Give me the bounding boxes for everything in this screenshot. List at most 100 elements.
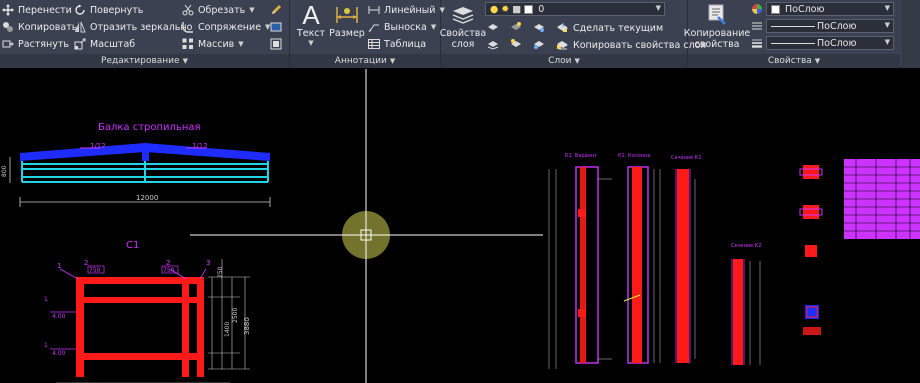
properties-panel-title[interactable]: Свойства ▼ (688, 54, 900, 68)
drawing-svg: Балка стропильная 1/12 1/12 12000 800 С1… (1, 69, 920, 383)
stretch-command[interactable]: Растянуть (2, 36, 69, 52)
pencil-icon (270, 4, 282, 16)
trim-command[interactable]: Обрезать ▼ (182, 2, 255, 18)
trim-icon (182, 4, 194, 16)
dimension-button[interactable]: Размер (329, 2, 365, 39)
frame-dim-4: 2500 (232, 308, 239, 323)
mirror-icon (74, 21, 86, 33)
mirror-command[interactable]: Отразить зеркально (74, 19, 192, 35)
node-detail-1 (803, 165, 819, 179)
copy-icon (2, 21, 14, 33)
node-detail-5 (803, 327, 821, 335)
leader-label: Выноска (384, 21, 427, 33)
lightbulb-icon: ● (490, 3, 499, 15)
layer-on-icon[interactable] (510, 38, 522, 50)
layer-unisolate-icon[interactable] (487, 38, 499, 50)
rotate-command[interactable]: Повернуть (74, 2, 143, 18)
frame-label-left-1: 1 (44, 296, 48, 303)
match-layer-command[interactable]: Копировать свойства слоя (557, 37, 706, 53)
linear-label: Линейный (384, 4, 436, 16)
color-dropdown[interactable]: ПоСлою ▼ (766, 2, 894, 16)
current-layer-name: 0 (538, 3, 545, 15)
frame-right-post (197, 277, 204, 377)
array-icon (182, 38, 194, 50)
frame-dim-2: 3880 (243, 317, 251, 335)
drawing-canvas[interactable]: Балка стропильная 1/12 1/12 12000 800 С1… (0, 69, 920, 383)
text-button-label: Текст (296, 28, 326, 39)
layer-freeze-icon[interactable] (533, 21, 545, 33)
array-command[interactable]: Массив ▼ (182, 36, 244, 52)
column-2-core (632, 167, 642, 363)
lineweight-value: ПоСлою (817, 37, 857, 49)
make-current-command[interactable]: Сделать текущим (557, 20, 663, 36)
layer-dropdown[interactable]: ● ✹ ■ 0 ▼ (485, 2, 665, 16)
make-current-label: Сделать текущим (573, 22, 664, 34)
properties-panel-title-text: Свойства (767, 56, 812, 66)
layer-isolate-icon[interactable] (487, 21, 499, 33)
node-detail-2 (803, 205, 819, 219)
column-2-dims (653, 169, 661, 363)
linetype-dropdown[interactable]: ПоСлою ▼ (766, 19, 894, 33)
frame-title: С1 (126, 240, 139, 251)
chevron-down-icon: ▼ (655, 4, 661, 12)
array-dropdown-icon[interactable]: ▼ (238, 40, 243, 48)
offset-command[interactable] (270, 36, 286, 52)
match-properties-icon (703, 2, 731, 28)
layers-panel: Свойства слоя ● ✹ ■ 0 ▼ Сделать текущим (440, 0, 706, 68)
layer-properties-button[interactable]: Свойства слоя (440, 2, 486, 50)
layer-color-swatch (524, 4, 534, 14)
layer-stack-icon (449, 2, 477, 28)
edit-panel-title-text: Редактирование (101, 56, 180, 66)
edit-panel-title[interactable]: Редактирование ▼ (0, 54, 289, 68)
layers-panel-title-text: Слои (548, 56, 572, 66)
scale-label: Масштаб (90, 38, 136, 50)
match-layer-label: Копировать свойства слоя (573, 39, 707, 51)
properties-panel: Копирование свойства ПоСлою ▼ ПоСлою ▼ П… (684, 0, 900, 68)
linetype-preview (771, 25, 815, 27)
annotation-panel-title[interactable]: Аннотации ▼ (290, 54, 440, 68)
roof-beam-drawing: Балка стропильная 1/12 1/12 12000 800 (1, 122, 271, 207)
frame-label-left-3: 1 (44, 342, 48, 349)
frame-label-left-2: 4.00 (52, 313, 66, 320)
table-icon (368, 38, 380, 50)
annotation-panel: A Текст ▼ Размер Линейный ▼ Выноска ▼ Та… (290, 0, 445, 68)
leader-command[interactable]: Выноска ▼ (368, 19, 436, 35)
beam-left-dim: 1/12 (90, 142, 106, 150)
layer-off-icon[interactable] (510, 21, 522, 33)
dimension-icon (333, 2, 361, 28)
offset-icon (270, 38, 282, 50)
ribbon-right-scroll[interactable] (902, 0, 920, 68)
layers-panel-title[interactable]: Слои ▼ (441, 54, 687, 68)
text-dropdown-icon[interactable]: ▼ (308, 39, 313, 47)
layer-thaw-icon[interactable] (533, 38, 545, 50)
lock-icon: ■ (512, 3, 522, 15)
leader-dropdown-icon[interactable]: ▼ (431, 23, 436, 31)
fillet-command[interactable]: Сопряжение ▼ (182, 19, 270, 35)
table-command[interactable]: Таблица (368, 36, 426, 52)
beam-title: Балка стропильная (98, 122, 201, 133)
copy-command[interactable]: Копировать (2, 19, 77, 35)
explode-command[interactable] (270, 19, 286, 35)
chevron-down-icon: ▼ (884, 4, 890, 12)
erase-command[interactable] (270, 2, 286, 18)
fillet-icon (182, 21, 194, 33)
color-value: ПоСлою (785, 3, 825, 15)
beam-height-text: 800 (1, 165, 8, 177)
panel-expand-icon: ▼ (182, 57, 188, 65)
stretch-label: Растянуть (18, 38, 69, 50)
layer-properties-label-2: слоя (451, 39, 475, 50)
trim-dropdown-icon[interactable]: ▼ (249, 6, 254, 14)
text-button[interactable]: A Текст ▼ (296, 2, 326, 47)
frame-mark-4: 3 (206, 259, 210, 267)
column-1-ext (598, 178, 612, 360)
scale-command[interactable]: Масштаб (74, 36, 135, 52)
column-4-dims (749, 261, 761, 365)
panel-expand-icon: ▼ (574, 57, 580, 65)
match-properties-button[interactable]: Копирование свойства (684, 2, 750, 50)
linear-command[interactable]: Линейный ▼ (368, 2, 445, 18)
leader-icon (368, 21, 380, 33)
annotation-panel-title-text: Аннотации (334, 56, 387, 66)
move-command[interactable]: Перенести (2, 2, 72, 18)
lineweight-dropdown[interactable]: ПоСлою ▼ (766, 36, 894, 50)
match-properties-label-1: Копирование (683, 28, 751, 39)
